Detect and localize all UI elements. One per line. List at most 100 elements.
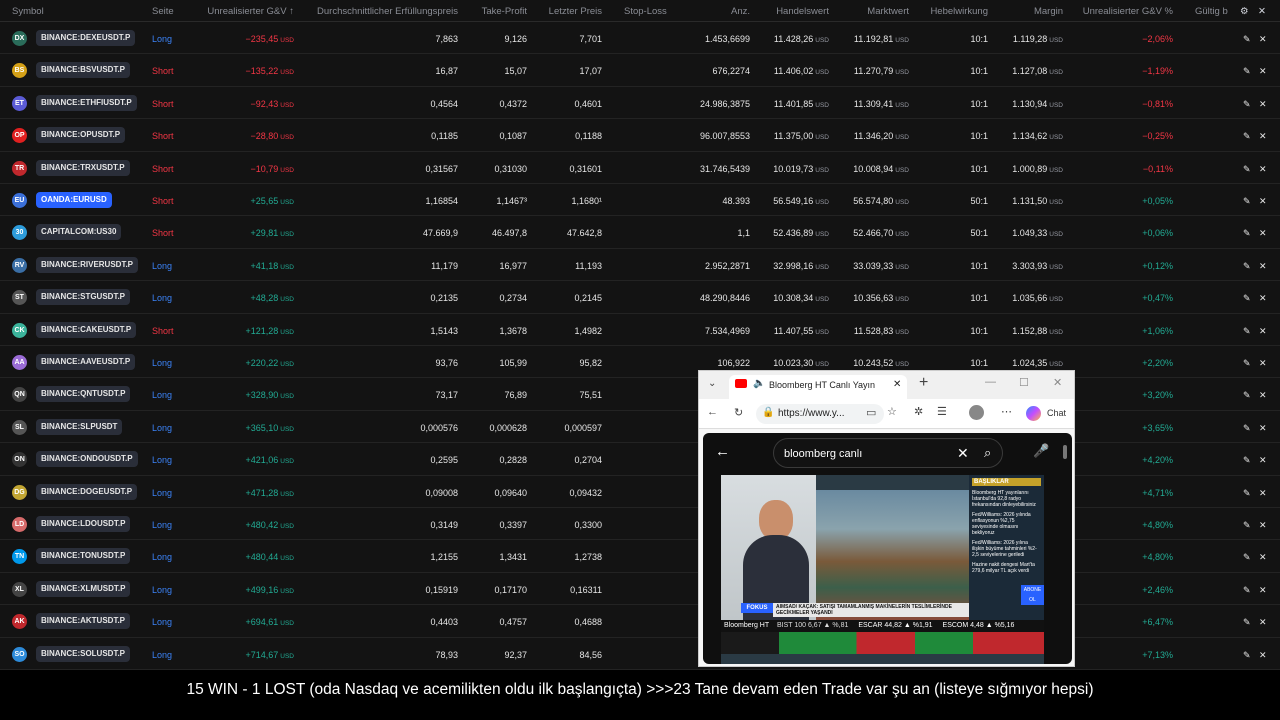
close-position-icon[interactable]: ✕: [1259, 326, 1267, 337]
close-position-icon[interactable]: ✕: [1259, 261, 1267, 272]
close-position-icon[interactable]: ✕: [1259, 66, 1267, 77]
edit-icon[interactable]: ✎: [1243, 131, 1251, 142]
symbol-badge[interactable]: BINANCE:ETHFIUSDT.P: [36, 94, 137, 111]
edit-icon[interactable]: ✎: [1243, 358, 1251, 369]
favorite-icon[interactable]: ☆: [887, 405, 897, 418]
edit-icon[interactable]: ✎: [1243, 326, 1251, 337]
maximize-icon[interactable]: ☐: [1019, 376, 1029, 389]
col-take-profit[interactable]: Take-Profit: [482, 6, 527, 17]
symbol-badge[interactable]: BINANCE:DEXEUSDT.P: [36, 30, 136, 46]
col-market-value[interactable]: Marktwert: [867, 6, 909, 17]
symbol-badge[interactable]: BINANCE:SLPUSDT: [36, 418, 123, 435]
close-position-icon[interactable]: ✕: [1259, 358, 1267, 369]
close-position-icon[interactable]: ✕: [1259, 488, 1267, 499]
table-row[interactable]: 30 CAPITALCOM:US30 Short +29,81 USD 47.669,9 4…: [0, 216, 1280, 249]
col-valid-until[interactable]: Gültig b: [1195, 6, 1228, 17]
table-row[interactable]: LD BINANCE:LDOUSDT.P Long +480,42 USD 0,3149 0…: [0, 508, 1280, 541]
edit-icon[interactable]: ✎: [1243, 520, 1251, 531]
close-position-icon[interactable]: ✕: [1259, 293, 1267, 304]
table-row[interactable]: EU OANDA:EURUSD Short +25,65 USD 1,16854 1,146…: [0, 184, 1280, 217]
reload-icon[interactable]: ↻: [734, 406, 743, 419]
tab-bloomberg[interactable]: 🔈 Bloomberg HT Canlı Yayın ✕: [729, 375, 907, 399]
speaker-icon[interactable]: 🔈: [753, 378, 765, 389]
edit-icon[interactable]: ✎: [1243, 164, 1251, 175]
symbol-badge[interactable]: BINANCE:DOGEUSDT.P: [36, 483, 138, 500]
edit-icon[interactable]: ✎: [1243, 261, 1251, 272]
edit-icon[interactable]: ✎: [1243, 390, 1251, 401]
edit-icon[interactable]: ✎: [1243, 488, 1251, 499]
close-position-icon[interactable]: ✕: [1259, 423, 1267, 434]
table-row[interactable]: ET BINANCE:ETHFIUSDT.P Short −92,43 USD 0,456…: [0, 87, 1280, 120]
minimize-icon[interactable]: —: [985, 376, 996, 388]
symbol-badge[interactable]: BINANCE:CAKEUSDT.P: [36, 321, 137, 338]
symbol-badge[interactable]: BINANCE:BSVUSDT.P: [36, 62, 131, 79]
close-position-icon[interactable]: ✕: [1259, 650, 1267, 661]
back-icon[interactable]: ←: [707, 406, 718, 418]
col-qty[interactable]: Anz.: [731, 6, 750, 17]
symbol-badge[interactable]: OANDA:EURUSD: [36, 192, 112, 208]
close-position-icon[interactable]: ✕: [1259, 131, 1267, 142]
symbol-badge[interactable]: BINANCE:AAVEUSDT.P: [36, 354, 136, 370]
col-last-price[interactable]: Letzter Preis: [549, 6, 602, 17]
search-icon[interactable]: ⌕: [984, 445, 991, 461]
symbol-badge[interactable]: BINANCE:STGUSDT.P: [36, 289, 131, 306]
symbol-badge[interactable]: BINANCE:ONDOUSDT.P: [36, 451, 138, 468]
col-trade-value[interactable]: Handelswert: [776, 6, 829, 17]
close-position-icon[interactable]: ✕: [1259, 520, 1267, 531]
symbol-badge[interactable]: BINANCE:RIVERUSDT.P: [36, 256, 139, 273]
close-icon[interactable]: ✕: [1258, 6, 1266, 17]
address-bar[interactable]: 🔒 https://www.y...: [756, 404, 884, 424]
settings-icon[interactable]: ⚙: [1240, 6, 1249, 17]
col-leverage[interactable]: Hebelwirkung: [930, 6, 988, 17]
close-position-icon[interactable]: ✕: [1259, 228, 1267, 239]
clear-search-icon[interactable]: ✕: [957, 445, 969, 462]
col-margin[interactable]: Margin: [1034, 6, 1063, 17]
symbol-badge[interactable]: BINANCE:SOLUSDT.P: [36, 645, 131, 662]
table-row[interactable]: DG BINANCE:DOGEUSDT.P Long +471,28 USD 0,0900…: [0, 476, 1280, 508]
tab-close-icon[interactable]: ✕: [893, 379, 901, 390]
edit-icon[interactable]: ✎: [1243, 423, 1251, 434]
table-row[interactable]: ON BINANCE:ONDOUSDT.P Long +421,06 USD 0,2595…: [0, 443, 1280, 476]
edit-icon[interactable]: ✎: [1243, 228, 1251, 239]
microphone-icon[interactable]: 🎤: [1033, 443, 1049, 459]
subscribe-badge[interactable]: ABONE OL: [1021, 585, 1044, 605]
edit-icon[interactable]: ✎: [1243, 293, 1251, 304]
new-tab-icon[interactable]: +: [919, 374, 928, 392]
youtube-back-icon[interactable]: ←: [715, 443, 730, 460]
more-icon[interactable]: ⋯: [1001, 405, 1012, 418]
table-row[interactable]: CK BINANCE:CAKEUSDT.P Short +121,28 USD 1,514…: [0, 314, 1280, 346]
close-position-icon[interactable]: ✕: [1259, 34, 1267, 45]
table-row[interactable]: OP BINANCE:OPUSDT.P Short −28,80 USD 0,1185 0,…: [0, 119, 1280, 152]
table-row[interactable]: SO BINANCE:SOLUSDT.P Long +714,67 USD 78,93 92…: [0, 638, 1280, 670]
reader-icon[interactable]: ▭: [866, 406, 876, 419]
symbol-badge[interactable]: BINANCE:QNTUSDT.P: [36, 386, 131, 403]
table-row[interactable]: DX BINANCE:DEXEUSDT.P Long −235,45 USD 7,863 9…: [0, 22, 1280, 55]
search-input[interactable]: bloomberg canlı ✕ ⌕: [773, 438, 1003, 468]
table-row[interactable]: AA BINANCE:AAVEUSDT.P Long +220,22 USD 93,76 1…: [0, 346, 1280, 379]
symbol-badge[interactable]: BINANCE:TONUSDT.P: [36, 548, 131, 565]
extensions-icon[interactable]: ✲: [914, 405, 923, 418]
close-position-icon[interactable]: ✕: [1259, 164, 1267, 175]
table-row[interactable]: TN BINANCE:TONUSDT.P Long +480,44 USD 1,2155 1…: [0, 540, 1280, 573]
edit-icon[interactable]: ✎: [1243, 650, 1251, 661]
table-row[interactable]: RV BINANCE:RIVERUSDT.P Long +41,18 USD 11,179…: [0, 249, 1280, 282]
profile-avatar[interactable]: [969, 405, 984, 420]
symbol-badge[interactable]: BINANCE:TRXUSDT.P: [36, 159, 130, 176]
col-avg-fill[interactable]: Durchschnittlicher Erfüllungspreis: [317, 6, 458, 17]
symbol-badge[interactable]: BINANCE:LDOUSDT.P: [36, 516, 131, 532]
close-position-icon[interactable]: ✕: [1259, 552, 1267, 563]
edit-icon[interactable]: ✎: [1243, 617, 1251, 628]
close-position-icon[interactable]: ✕: [1259, 390, 1267, 401]
col-upnl-pct[interactable]: Unrealisierter G&V %: [1083, 6, 1173, 17]
table-row[interactable]: AK BINANCE:AKTUSDT.P Long +694,61 USD 0,4403 0…: [0, 605, 1280, 638]
col-side[interactable]: Seite: [152, 6, 174, 17]
close-position-icon[interactable]: ✕: [1259, 196, 1267, 207]
close-position-icon[interactable]: ✕: [1259, 585, 1267, 596]
scrollbar[interactable]: [1063, 445, 1067, 459]
col-symbol[interactable]: Symbol: [12, 6, 44, 17]
tab-list-icon[interactable]: ⌄: [708, 378, 716, 389]
table-row[interactable]: QN BINANCE:QNTUSDT.P Long +328,90 USD 73,17 76…: [0, 378, 1280, 411]
table-row[interactable]: TR BINANCE:TRXUSDT.P Short −10,79 USD 0,31567…: [0, 152, 1280, 184]
edit-icon[interactable]: ✎: [1243, 99, 1251, 110]
edit-icon[interactable]: ✎: [1243, 585, 1251, 596]
